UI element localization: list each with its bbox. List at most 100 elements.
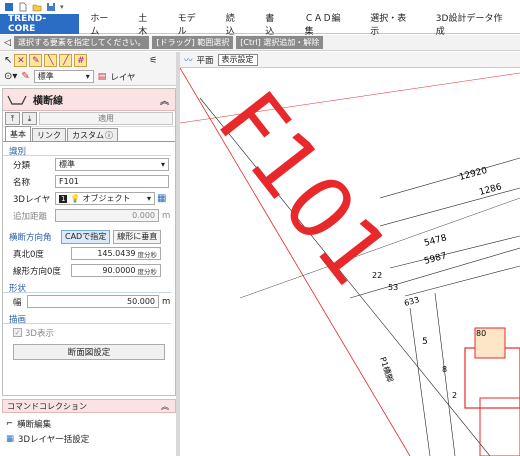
back-arrow-icon[interactable]: ◁ bbox=[4, 38, 11, 48]
layer-number-badge: 1 bbox=[59, 195, 68, 203]
cad-specify-button[interactable]: CADで指定 bbox=[61, 229, 111, 244]
section-identify: 識別 bbox=[3, 145, 171, 157]
north-field[interactable]: 145.0439 度分秒 bbox=[71, 247, 161, 260]
tab-model[interactable]: モデル bbox=[167, 14, 215, 37]
cross-edit-icon: ⌐ bbox=[6, 419, 14, 429]
panel-header: 横断線 ︽ bbox=[3, 89, 175, 111]
dim-text: 53 bbox=[388, 283, 398, 292]
section-setting-button[interactable]: 断面図設定 bbox=[13, 344, 165, 360]
line-dir-field[interactable]: 90.0000 度分秒 bbox=[71, 264, 161, 277]
dir-angle-label: 横断方向角 bbox=[9, 232, 52, 243]
select-arrow-icon[interactable]: ↖ bbox=[4, 55, 12, 66]
select-grid-icon[interactable]: # bbox=[74, 54, 88, 67]
select-diag-icon[interactable]: ╱ bbox=[59, 54, 73, 67]
class-select[interactable]: 標準 ▾ bbox=[55, 158, 169, 171]
add-dist-label: 追加距離 bbox=[13, 211, 48, 222]
tab-trend-core[interactable]: TREND-CORE bbox=[0, 13, 80, 34]
dim-text: 80 bbox=[476, 329, 486, 338]
name-row: 名称 F101 bbox=[3, 173, 175, 190]
class-row: 分類 標準 ▾ bbox=[3, 156, 175, 173]
chevron-down-icon: ▾ bbox=[146, 194, 151, 203]
pier-line-2 bbox=[434, 292, 456, 456]
show3d-row: ✓ 3D表示 bbox=[3, 324, 175, 341]
tab-import[interactable]: 読込 bbox=[215, 14, 254, 37]
width-label: 幅 bbox=[13, 297, 22, 308]
select-cross-icon[interactable]: ✕ bbox=[14, 54, 28, 67]
pier-base bbox=[479, 397, 520, 456]
cross-section-icon bbox=[7, 95, 27, 105]
cross-section-label: F101 bbox=[198, 74, 408, 304]
dim-line-4 bbox=[404, 265, 520, 297]
road-label: P1橋脚 bbox=[378, 356, 396, 384]
drawing-canvas[interactable]: F101 12920 1286 5478 5987 633 53 22 5 80… bbox=[180, 68, 520, 456]
add-dist-field[interactable]: 0.000 bbox=[55, 209, 159, 222]
section-draw: 描画 bbox=[3, 313, 171, 325]
layer3d-select[interactable]: 1 💡 オブジェクト ▾ bbox=[55, 192, 155, 205]
tab-custom[interactable]: カスタム ⓘ bbox=[67, 128, 118, 141]
property-panel: 横断線 ︽ ⤒ ⤓ 適用 基本 リンク カスタム ⓘ 識別 分類 標準 ▾ 名称 F… bbox=[2, 88, 176, 396]
tab-link[interactable]: リンク bbox=[32, 128, 66, 141]
tab-select-display[interactable]: 選択・表示 bbox=[359, 14, 425, 37]
tab-cad-edit[interactable]: ＣＡＤ編集 bbox=[294, 14, 360, 37]
dim-text: 633 bbox=[403, 295, 420, 308]
ribbon-tabs: TREND-CORE ホーム 土木 モデル 読込 書込 ＣＡＤ編集 選択・表示 … bbox=[0, 13, 520, 37]
tab-3d-design[interactable]: 3D設計データ作成 bbox=[425, 14, 520, 37]
pier-line bbox=[409, 307, 431, 456]
dim-text: 8 bbox=[442, 365, 447, 374]
plane-label[interactable]: 平面 bbox=[197, 54, 214, 66]
command-item-layer-batch[interactable]: ▦ 3Dレイヤ一括設定 bbox=[6, 433, 89, 445]
apply-row: ⤒ ⤓ 適用 bbox=[3, 111, 175, 127]
layer3d-label: 3Dレイヤ bbox=[13, 194, 51, 205]
tab-civil[interactable]: 土木 bbox=[127, 14, 166, 37]
perpendicular-button[interactable]: 線形に垂直 bbox=[113, 229, 162, 244]
tab-export[interactable]: 書込 bbox=[254, 14, 293, 37]
class-label: 分類 bbox=[13, 160, 31, 171]
dim-text: 22 bbox=[372, 271, 382, 280]
command-item-cross-edit[interactable]: ⌐ 横断編集 bbox=[6, 418, 51, 430]
command-collection-header: コマンドコレクション ︽ bbox=[2, 399, 176, 413]
toolbar-options-icon[interactable]: ⚟ bbox=[149, 56, 157, 66]
width-field[interactable]: 50.000 bbox=[27, 295, 159, 308]
apply-button[interactable]: 適用 bbox=[39, 112, 173, 125]
download-icon[interactable]: ⤓ bbox=[22, 112, 37, 125]
north-row: 真北0度 145.0439 度分秒 bbox=[3, 245, 175, 262]
collapse-icon[interactable]: ︽ bbox=[160, 94, 169, 107]
chevron-down-icon: ▾ bbox=[85, 72, 90, 81]
display-setting-button[interactable]: 表示設定 bbox=[217, 53, 258, 66]
name-label: 名称 bbox=[13, 177, 31, 188]
dim-text: 5 bbox=[422, 337, 428, 347]
layer-label[interactable]: レイヤ bbox=[110, 71, 135, 83]
snap-icon[interactable]: ⊙▾ bbox=[4, 71, 17, 82]
dim-text: 12920 bbox=[458, 166, 489, 183]
collapse-icon[interactable]: ︽ bbox=[161, 401, 169, 412]
pen-tool-icon[interactable]: ✎ bbox=[21, 71, 29, 82]
upload-icon[interactable]: ⤒ bbox=[5, 112, 20, 125]
standard-combo[interactable]: 標準 ▾ bbox=[33, 70, 94, 83]
qat-dropdown-icon[interactable]: ▾ bbox=[60, 3, 64, 11]
dim-text: 2 bbox=[452, 391, 457, 400]
tab-home[interactable]: ホーム bbox=[79, 14, 127, 37]
add-dist-row: 追加距離 0.000 m bbox=[3, 207, 175, 224]
new-file-icon[interactable] bbox=[18, 2, 28, 12]
select-pen-icon[interactable]: ✎ bbox=[29, 54, 43, 67]
plane-view-icon: 〰 bbox=[184, 55, 193, 66]
panel-tabs: 基本 リンク カスタム ⓘ bbox=[3, 126, 175, 142]
panel-title: 横断線 bbox=[33, 96, 63, 107]
layer-icon[interactable]: ▤ bbox=[98, 72, 107, 82]
hint-bar: ◁ 選択する要素を指定してください。 [ドラッグ] 範囲選択 [Ctrl] 選択… bbox=[0, 35, 520, 51]
tab-basic[interactable]: 基本 bbox=[5, 126, 31, 141]
left-toolbar: ↖ ✕ ✎ ╲ ╱ # ⚟ ⊙▾ ✎ 標準 ▾ ▤ レイヤ bbox=[0, 52, 176, 86]
info-icon: ⓘ bbox=[105, 130, 113, 140]
show3d-checkbox[interactable]: ✓ bbox=[13, 328, 22, 337]
north-label: 真北0度 bbox=[13, 249, 44, 260]
name-field[interactable]: F101 bbox=[55, 175, 169, 188]
hint-drag: [ドラッグ] 範囲選択 bbox=[152, 36, 234, 49]
add-dist-unit: m bbox=[162, 210, 171, 221]
select-line-icon[interactable]: ╲ bbox=[44, 54, 58, 67]
open-folder-icon[interactable] bbox=[32, 2, 42, 12]
dim-line-2 bbox=[379, 187, 520, 227]
section-shape: 形状 bbox=[3, 282, 171, 294]
save-icon[interactable] bbox=[46, 2, 56, 12]
layer-settings-icon[interactable]: ▦ bbox=[157, 193, 166, 204]
hint-select: 選択する要素を指定してください。 bbox=[13, 36, 150, 49]
